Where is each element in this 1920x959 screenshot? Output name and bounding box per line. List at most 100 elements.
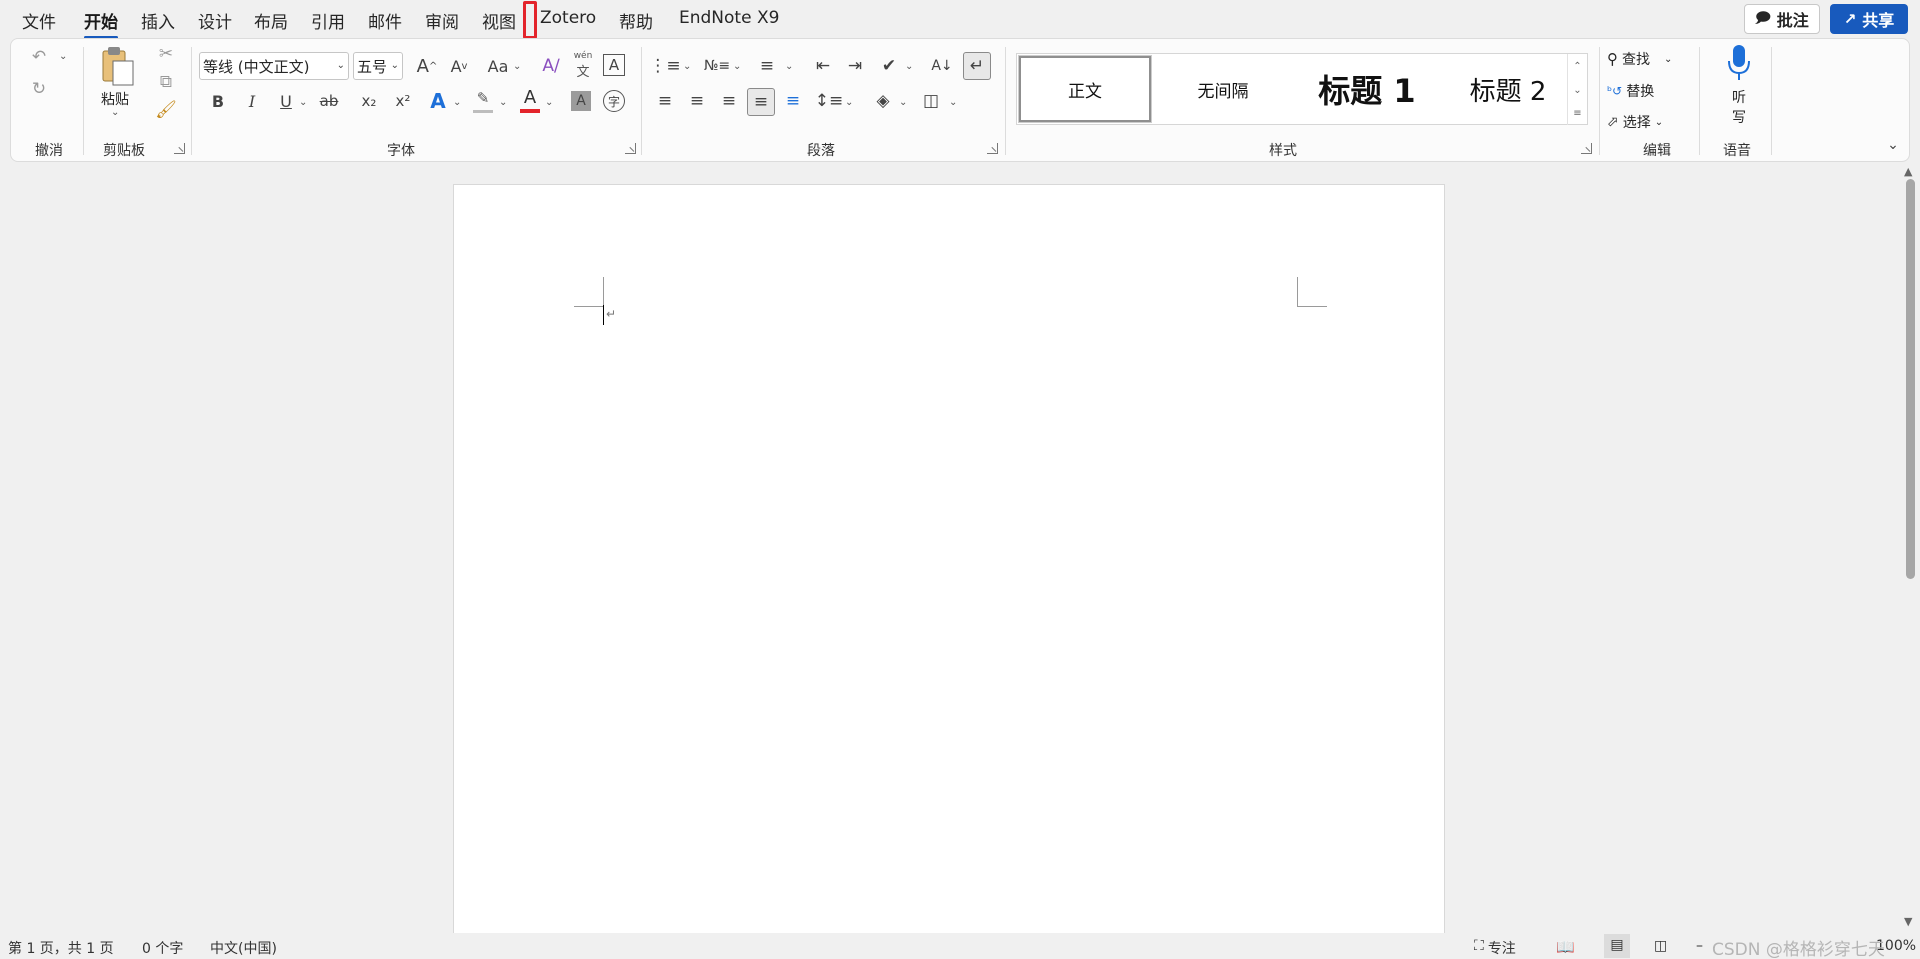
highlight-color-icon[interactable]: ✎ <box>471 89 495 115</box>
tab-zotero[interactable]: Zotero <box>540 8 596 28</box>
tab-insert[interactable]: 插入 <box>141 8 175 33</box>
tab-file[interactable]: 文件 <box>22 8 56 33</box>
find-button[interactable]: ⚲ 查找 ⌄ <box>1607 47 1691 71</box>
chevron-up-icon[interactable]: ⌃ <box>1567 54 1587 78</box>
underline-icon[interactable]: U <box>275 89 297 113</box>
chevron-down-icon[interactable]: ⌄ <box>299 97 307 108</box>
tab-mailings[interactable]: 邮件 <box>368 8 402 33</box>
shading-icon[interactable]: ◈ <box>871 89 895 113</box>
justify-icon[interactable]: ≡ <box>747 88 775 116</box>
change-case-button[interactable]: Aa <box>483 53 513 79</box>
comments-button[interactable]: 🗩 批注 <box>1744 4 1820 34</box>
scroll-down-icon[interactable]: ▼ <box>1904 915 1912 928</box>
copy-icon[interactable]: ⧉ <box>155 71 177 93</box>
sort-icon[interactable]: A↓ <box>929 53 955 79</box>
scrollbar-thumb[interactable] <box>1906 179 1915 579</box>
focus-button[interactable]: ⛶ 专注 <box>1474 938 1516 958</box>
subscript-icon[interactable]: x₂ <box>357 89 381 113</box>
clear-formatting-icon[interactable]: A∕ <box>539 53 563 79</box>
chevron-down-icon[interactable]: ⌄ <box>513 61 521 72</box>
language-indicator[interactable]: 中文(中国) <box>210 938 277 958</box>
cut-icon[interactable]: ✂ <box>155 43 177 65</box>
line-spacing-icon[interactable]: ↕≡ <box>815 89 844 113</box>
scroll-up-icon[interactable]: ▲ <box>1904 165 1912 178</box>
clipboard-launcher-icon[interactable] <box>174 143 185 154</box>
chevron-down-icon[interactable]: ⌄ <box>949 97 957 108</box>
increase-indent-icon[interactable]: ⇥ <box>843 53 867 79</box>
tab-review[interactable]: 审阅 <box>425 8 459 33</box>
bold-icon[interactable]: B <box>207 89 229 113</box>
strikethrough-icon[interactable]: ab <box>315 89 343 113</box>
document-canvas: ↵ <box>0 163 1898 944</box>
font-launcher-icon[interactable] <box>625 143 636 154</box>
paste-button[interactable]: 粘贴 ⌄ <box>97 45 141 127</box>
style-normal[interactable]: 正文 <box>1018 55 1152 123</box>
chevron-down-icon[interactable]: ⌄ <box>785 61 793 72</box>
align-right-icon[interactable]: ≡ <box>717 89 741 113</box>
margin-corner-top-left <box>574 277 604 307</box>
tab-layout[interactable]: 布局 <box>254 8 288 33</box>
tab-design[interactable]: 设计 <box>198 8 232 33</box>
align-left-icon[interactable]: ≡ <box>653 89 677 113</box>
borders-icon[interactable]: ◫ <box>919 89 943 113</box>
character-shading-icon[interactable]: A <box>571 91 591 111</box>
dictate-button[interactable]: 听 写 <box>1721 43 1757 137</box>
phonetic-guide-icon[interactable]: wén 文 <box>571 51 595 80</box>
format-painter-icon[interactable]: 🖌 <box>155 99 177 121</box>
tab-home[interactable]: 开始 <box>84 8 118 39</box>
chevron-down-icon[interactable]: ⌄ <box>845 97 853 108</box>
tab-help[interactable]: 帮助 <box>619 8 653 33</box>
tab-endnote[interactable]: EndNote X9 <box>679 8 779 28</box>
numbering-icon[interactable]: №≡ <box>704 53 730 79</box>
print-layout-icon[interactable]: ▤ <box>1604 934 1630 958</box>
chevron-down-icon[interactable]: ⌄ <box>905 61 913 72</box>
undo-icon[interactable]: ↶ <box>27 45 51 69</box>
font-name-combo[interactable]: 等线 (中文正文) ⌄ <box>199 52 349 80</box>
grow-font-icon[interactable]: A ^ <box>415 53 439 79</box>
share-button[interactable]: ↗ 共享 <box>1830 4 1908 34</box>
styles-launcher-icon[interactable] <box>1581 143 1592 154</box>
chevron-down-icon[interactable]: ⌄ <box>683 61 691 72</box>
page-count[interactable]: 第 1 页，共 1 页 <box>8 938 114 958</box>
text-direction-icon[interactable]: ✔ <box>877 53 901 79</box>
style-heading-2[interactable]: 标题 2 <box>1443 54 1573 124</box>
chevron-down-icon[interactable]: ⌄ <box>1567 78 1587 102</box>
paragraph-launcher-icon[interactable] <box>987 143 998 154</box>
chevron-down-icon[interactable]: ⌄ <box>545 97 553 108</box>
character-border-icon[interactable]: A <box>603 54 625 76</box>
undo-dropdown-icon[interactable]: ⌄ <box>59 51 67 62</box>
shrink-font-icon[interactable]: Av <box>447 53 471 79</box>
chevron-down-icon[interactable]: ⌄ <box>899 97 907 108</box>
redo-icon[interactable]: ↻ <box>27 77 51 101</box>
align-center-icon[interactable]: ≡ <box>685 89 709 113</box>
vertical-scrollbar[interactable]: ▲ ▼ <box>1898 163 1920 933</box>
read-mode-icon[interactable]: 📖 <box>1556 938 1575 956</box>
word-count[interactable]: 0 个字 <box>142 938 183 958</box>
bullets-icon[interactable]: ⋮≡ <box>649 53 680 79</box>
superscript-icon[interactable]: x² <box>391 89 415 113</box>
chevron-down-icon[interactable]: ⌄ <box>733 61 741 72</box>
style-no-spacing-label: 无间隔 <box>1197 81 1249 102</box>
collapse-ribbon-icon[interactable]: ⌄ <box>1883 135 1903 155</box>
select-button[interactable]: ⬀ 选择 ⌄ <box>1607 110 1691 134</box>
decrease-indent-icon[interactable]: ⇤ <box>811 53 835 79</box>
show-formatting-marks-icon[interactable]: ↵ <box>963 52 991 80</box>
zoom-out-icon[interactable]: – <box>1696 938 1703 954</box>
document-page[interactable]: ↵ <box>453 184 1445 944</box>
gallery-more-icon[interactable]: ≡ <box>1567 101 1587 125</box>
text-effects-icon[interactable]: A <box>427 88 449 114</box>
distributed-icon[interactable]: ≡ <box>781 89 805 113</box>
font-size-combo[interactable]: 五号 ⌄ <box>353 52 403 80</box>
font-color-icon[interactable]: A <box>519 87 541 115</box>
tab-references[interactable]: 引用 <box>311 8 345 33</box>
multilevel-list-icon[interactable]: ≡ <box>755 53 779 79</box>
chevron-down-icon[interactable]: ⌄ <box>453 97 461 108</box>
chevron-down-icon[interactable]: ⌄ <box>499 97 507 108</box>
style-no-spacing[interactable]: 无间隔 <box>1157 54 1289 124</box>
tab-view[interactable]: 视图 <box>482 8 516 33</box>
italic-icon[interactable]: I <box>241 89 263 113</box>
replace-button[interactable]: ᵇ↺ 替换 <box>1607 79 1691 103</box>
enclose-characters-icon[interactable]: 字 <box>603 90 625 112</box>
style-heading-1[interactable]: 标题 1 <box>1293 54 1441 124</box>
web-layout-icon[interactable]: ◫ <box>1654 938 1667 954</box>
